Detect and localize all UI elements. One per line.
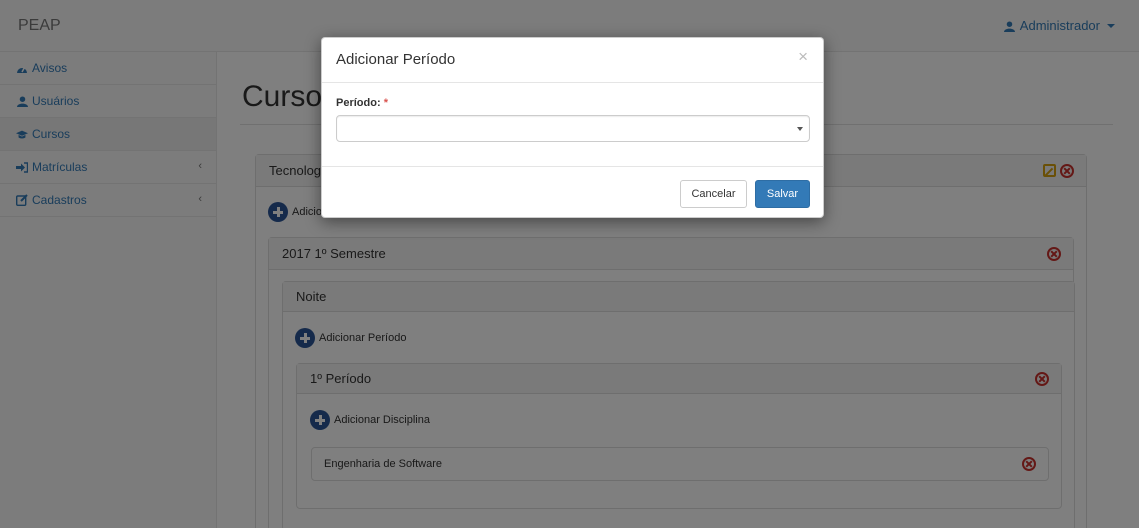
modal-title: Adicionar Período (336, 51, 456, 68)
caret-down-icon (797, 127, 803, 131)
cancel-button[interactable]: Cancelar (680, 180, 747, 208)
period-field-label: Período: * (336, 97, 388, 109)
save-button[interactable]: Salvar (755, 180, 810, 208)
field-label-text: Período: (336, 97, 381, 109)
period-select[interactable] (336, 115, 810, 142)
close-icon[interactable]: × (798, 48, 808, 65)
modal-header: Adicionar Período × (322, 38, 823, 83)
add-period-modal: Adicionar Período × Período: * Cancelar … (321, 37, 824, 218)
required-mark: * (383, 97, 388, 109)
modal-body: Período: * (322, 83, 823, 167)
